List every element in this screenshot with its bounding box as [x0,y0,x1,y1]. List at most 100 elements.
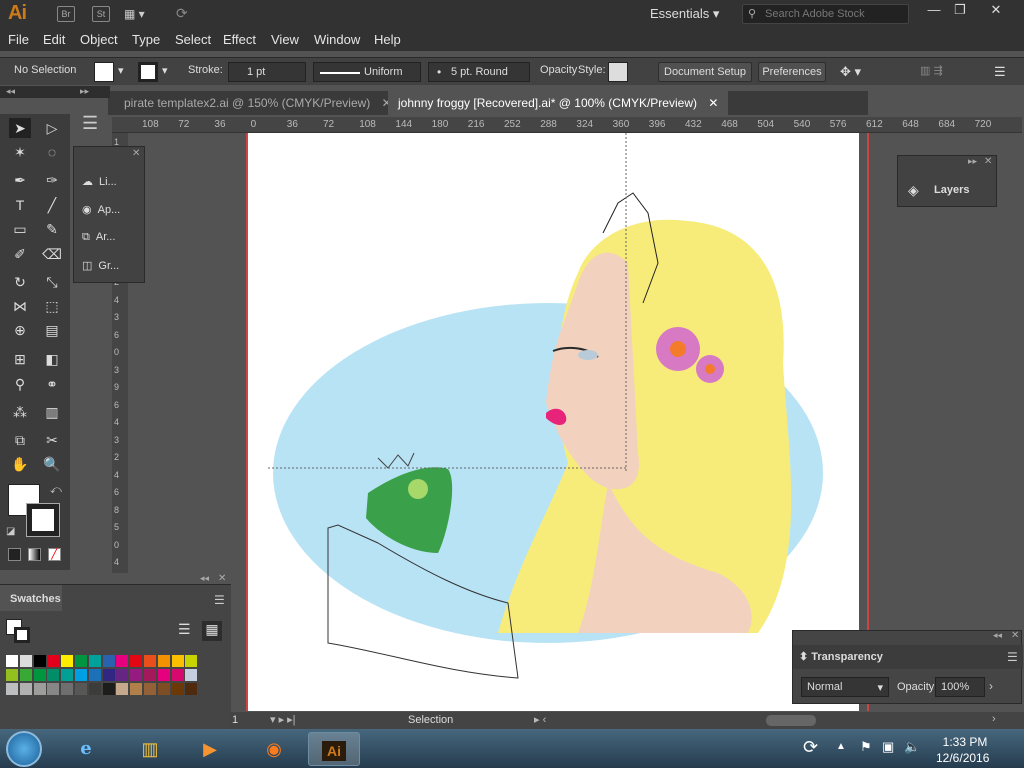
collapse-swatches-icon[interactable]: ◂◂ [200,573,209,584]
clock-time[interactable]: 1:33 PM [940,735,990,749]
eraser-tool-icon[interactable]: ⌫ [41,244,63,264]
control-menu-icon[interactable]: ☰ [994,64,1006,80]
opacity-stepper-icon[interactable]: › [989,679,993,693]
menu-file[interactable]: File [8,32,29,47]
stock-button[interactable]: St [92,6,110,22]
opacity-label[interactable]: Opacity [540,64,577,76]
menu-effect[interactable]: Effect [223,32,256,47]
mesh-tool-icon[interactable]: ⊞ [9,349,31,369]
none-mode-icon[interactable]: ╱ [48,548,61,561]
swatch-chip[interactable] [75,683,87,695]
swatch-chip[interactable] [19,683,32,695]
opacity-input[interactable]: 100% [935,677,985,697]
magic-wand-tool-icon[interactable]: ✶ [9,142,31,162]
stroke-color-box[interactable] [26,503,60,537]
graphic-styles-panel-button[interactable]: ◫ Gr... [82,259,119,272]
layers-panel[interactable]: ▸▸ ✕ ◈ Layers [897,155,997,207]
menu-select[interactable]: Select [175,32,211,47]
swatch-chip[interactable] [116,669,129,681]
swatch-chip[interactable] [157,683,170,695]
artboard-number[interactable]: 1 [232,714,238,726]
swatch-chip[interactable] [185,669,198,681]
swatch-chip[interactable] [157,655,170,667]
swatch-chip[interactable] [185,655,198,667]
graphic-style-swatch[interactable] [608,62,628,82]
collapse-layers-icon[interactable]: ▸▸ [968,156,977,167]
column-graph-tool-icon[interactable]: ▥ [41,402,63,422]
line-tool-icon[interactable]: ╱ [41,195,63,215]
volume-icon[interactable]: 🔈 [904,739,920,755]
color-mode-icon[interactable] [8,548,21,561]
fill-swatch[interactable] [94,62,114,82]
list-view-icon[interactable]: ☰ [178,621,198,641]
gradient-tool-icon[interactable]: ◧ [41,349,63,369]
swatch-chip[interactable] [47,655,60,667]
collapse-transparency-icon[interactable]: ◂◂ [993,630,1002,641]
cc-notification-icon[interactable]: ⟳ [803,737,818,758]
swatch-chip[interactable] [61,669,74,681]
swatch-chip[interactable] [171,683,184,695]
illustrator-taskbar-icon[interactable]: Ai [308,732,360,766]
swatch-chip[interactable] [102,683,115,695]
artboard[interactable] [248,133,859,711]
menu-help[interactable]: Help [374,32,401,47]
stroke-swatch[interactable] [138,62,158,82]
horizontal-ruler[interactable]: 108 72 36 0 36 72 108 144 180 216 252 288 324 360 396 4… [112,117,1022,133]
gradient-mode-icon[interactable] [28,548,41,561]
swatch-chip[interactable] [6,683,18,695]
gpu-performance-icon[interactable]: ⟳ [176,5,188,22]
tab-pirate-template[interactable]: pirate templatex2.ai @ 150% (CMYK/Previe… [114,91,402,115]
stroke-weight-field[interactable]: 1 pt [228,62,306,82]
swatch-chip[interactable] [6,655,18,667]
workspace-switcher[interactable]: Essentials ▾ [650,6,719,22]
swatch-chip[interactable] [185,683,198,695]
stroke-swatch-indicator[interactable] [14,627,30,643]
swatch-chip[interactable] [19,655,32,667]
rotate-tool-icon[interactable]: ↻ [9,272,31,292]
maximize-button[interactable]: ❐ [946,2,974,20]
swatch-chip[interactable] [88,683,101,695]
swatch-chip[interactable] [33,669,46,681]
swatch-chip[interactable] [33,683,46,695]
close-layers-icon[interactable]: ✕ [984,156,992,167]
swatch-chip[interactable] [144,669,156,681]
align-icon[interactable]: ▥ ⇶ [920,64,943,77]
swatch-chip[interactable] [47,669,60,681]
perspective-grid-tool-icon[interactable]: ▤ [41,320,63,340]
start-button-icon[interactable] [6,731,42,767]
swatch-chip[interactable] [61,655,74,667]
internet-explorer-icon[interactable]: e [60,732,112,766]
swatch-chip[interactable] [88,655,101,667]
swatch-chip[interactable] [116,683,129,695]
swatch-chip[interactable] [102,669,115,681]
menu-view[interactable]: View [271,32,299,47]
panel-menu-icon[interactable]: ☰ [82,113,104,135]
menu-edit[interactable]: Edit [43,32,65,47]
width-tool-icon[interactable]: ⋈ [9,296,31,316]
swatch-chip[interactable] [130,669,143,681]
shape-builder-tool-icon[interactable]: ⊕ [9,320,31,340]
swatch-chip[interactable] [144,683,156,695]
curvature-tool-icon[interactable]: ✑ [41,170,63,190]
swatch-grid[interactable] [6,655,206,725]
horizontal-scrollbar-thumb[interactable] [766,715,816,726]
artboards-panel-button[interactable]: ⧉ Ar... [82,231,115,244]
file-explorer-icon[interactable]: ▥ [124,732,176,766]
stroke-dropdown[interactable]: ▾ [162,64,168,77]
artboard-nav-arrows[interactable]: ▾ ▸ ▸| [270,713,296,726]
arrange-docs-icon[interactable]: ▦ ▾ [124,7,145,21]
swatch-chip[interactable] [61,683,74,695]
swatch-chip[interactable] [102,655,115,667]
artboard-tool-icon[interactable]: ⧉ [9,430,31,450]
close-button[interactable]: ✕ [982,2,1010,20]
lasso-tool-icon[interactable]: ◌ [41,142,63,162]
swatch-chip[interactable] [6,669,18,681]
zoom-tool-icon[interactable]: 🔍 [41,454,63,474]
action-center-icon[interactable]: ⚑ [860,739,872,755]
swatch-chip[interactable] [130,655,143,667]
firefox-icon[interactable]: ◉ [248,732,300,766]
minimize-button[interactable]: — [920,2,948,20]
document-setup-button[interactable]: Document Setup [658,62,752,82]
scroll-right-arrow[interactable]: › [992,713,996,725]
swatches-menu-icon[interactable]: ☰ [214,593,225,607]
